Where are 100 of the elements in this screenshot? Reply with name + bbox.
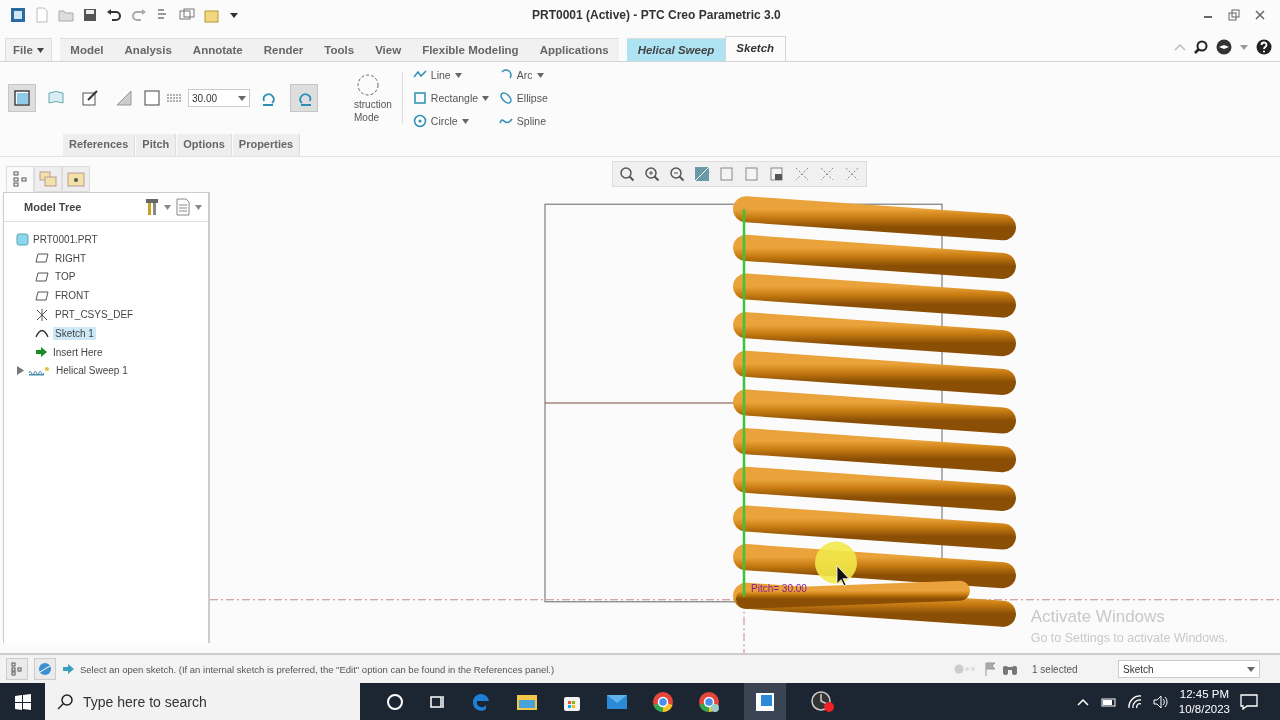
sketch-tool[interactable]: Ellipse	[498, 86, 569, 110]
ribbon-tab[interactable]: Helical Sweep	[627, 38, 725, 61]
ribbon-tab[interactable]: Annotate	[182, 38, 254, 61]
panel-tab[interactable]: Properties	[232, 134, 301, 156]
zoom-in-icon[interactable]	[643, 165, 661, 183]
browser-toggle-button[interactable]	[34, 658, 56, 680]
caret-icon	[1247, 666, 1255, 672]
globe-icon	[38, 662, 52, 676]
caret-icon	[461, 118, 469, 124]
part-icon	[16, 232, 29, 246]
status-message: Select an open sketch. (If an internal sketch is preferred, the "Edit" option can be found in the References panel.)	[80, 663, 555, 675]
caret-icon	[454, 72, 462, 78]
ribbon-tab[interactable]: Render	[253, 38, 314, 61]
tree-toggle-button[interactable]	[6, 658, 28, 680]
battery-icon[interactable]	[1098, 695, 1117, 708]
zoom-fit-icon[interactable]	[618, 165, 636, 183]
sketch-view-icon[interactable]	[818, 165, 836, 183]
start-icon[interactable]	[15, 693, 31, 710]
tree-item[interactable]: Insert Here	[51, 345, 105, 359]
handedness-button[interactable]	[290, 84, 318, 112]
caret-icon[interactable]	[195, 204, 202, 210]
app-window-icon	[754, 690, 776, 713]
tree-icon	[11, 662, 23, 676]
ribbon-tab[interactable]: Model	[59, 38, 115, 61]
regen-status-icon	[954, 664, 978, 674]
ribbon-tab[interactable]: Analysis	[114, 38, 183, 61]
pitch-field[interactable]: 30.00	[188, 89, 250, 107]
tree-item[interactable]: Helical Sweep 1	[54, 364, 130, 378]
tree-item[interactable]: Sketch 1	[53, 326, 96, 340]
panel-title: Model Tree	[24, 201, 82, 213]
sketch-tool[interactable]: Arc	[498, 63, 569, 87]
layers-icon	[39, 171, 57, 187]
graduation-cap-icon[interactable]	[1216, 39, 1232, 55]
tree-icon	[13, 171, 27, 187]
help-icon[interactable]	[1256, 39, 1272, 55]
wifi-icon[interactable]	[1126, 694, 1143, 709]
undo-icon[interactable]	[106, 8, 122, 22]
windows-icon[interactable]	[179, 8, 195, 22]
repaint-icon[interactable]	[693, 165, 711, 183]
hammer-icon[interactable]	[145, 198, 159, 216]
caret-icon	[36, 47, 44, 53]
pencil-icon	[81, 89, 99, 107]
window-title: PRT0001 (Active) - PTC Creo Parametric 3.0	[531, 8, 782, 22]
tree-item[interactable]: TOP	[53, 270, 78, 284]
plane-icon	[35, 253, 49, 264]
sketch-shape-icon	[498, 91, 513, 105]
save-icon[interactable]	[83, 8, 97, 22]
panel-tab[interactable]: Pitch	[136, 134, 177, 156]
clock-time[interactable]: 12:45 PM	[1179, 686, 1230, 702]
cortana-icon[interactable]	[386, 692, 404, 711]
sketch-tool[interactable]: Line	[412, 63, 499, 87]
sketch-shape-icon	[412, 114, 427, 128]
panel-tab[interactable]: Options	[177, 134, 232, 156]
volume-icon[interactable]	[1152, 694, 1169, 709]
tree-item[interactable]: FRONT	[53, 289, 92, 303]
caret-icon[interactable]	[1240, 44, 1248, 50]
tree-item[interactable]: RIGHT	[53, 251, 89, 265]
ribbon-tab[interactable]: Applications	[529, 38, 620, 61]
orient-icon[interactable]	[843, 165, 861, 183]
ribbon-tab[interactable]: Sketch	[724, 36, 786, 61]
search-icon[interactable]	[1194, 40, 1208, 54]
app-icon[interactable]	[10, 7, 26, 23]
expand-icon[interactable]	[16, 366, 24, 376]
tree-item[interactable]: PRT_CSYS_DEF	[53, 308, 136, 322]
file-menu[interactable]: File	[5, 38, 52, 61]
sketch-tool[interactable]: Rectangle	[412, 86, 499, 110]
tree-tab[interactable]	[6, 166, 34, 192]
customize-caret-icon[interactable]	[229, 10, 239, 20]
ribbon-tab[interactable]: Flexible Modeling	[411, 38, 530, 61]
dropdown-icon[interactable]	[238, 95, 246, 101]
plane-icon	[35, 272, 49, 282]
ribbon-tab[interactable]: Tools	[313, 38, 365, 61]
close-icon[interactable]	[1254, 9, 1266, 21]
taskbar-app-button[interactable]	[744, 683, 786, 720]
caret-icon[interactable]	[164, 204, 171, 210]
sketch-tool[interactable]: Circle	[412, 109, 499, 133]
sketch-tool[interactable]: Spline	[498, 109, 569, 133]
toggle-button[interactable]	[8, 84, 36, 112]
browser-icon[interactable]	[698, 690, 720, 713]
chevron-up-icon[interactable]	[1076, 697, 1089, 706]
recorder-icon[interactable]	[810, 689, 836, 714]
datum-display-icon[interactable]	[793, 165, 811, 183]
csys-icon	[35, 307, 49, 322]
panel-tab[interactable]: References	[63, 134, 136, 156]
construction-mode-button[interactable]: struction Mode	[354, 72, 403, 124]
taskbar-search-field[interactable]: Type here to search	[45, 683, 360, 720]
clock-date[interactable]: 10/8/2023	[1178, 701, 1230, 717]
browser-icon[interactable]	[652, 690, 674, 713]
view-manager-icon[interactable]	[768, 165, 786, 183]
solid-icon	[13, 89, 31, 107]
filter-dropdown[interactable]: Sketch	[1118, 660, 1260, 678]
flag-icon[interactable]	[984, 662, 996, 676]
caret-icon	[536, 72, 544, 78]
restore-icon[interactable]	[1228, 9, 1240, 21]
zoom-out-icon[interactable]	[668, 165, 686, 183]
notification-icon[interactable]	[1240, 693, 1258, 710]
thickness-icon[interactable]	[144, 90, 160, 106]
mail-icon[interactable]	[606, 692, 628, 711]
ribbon-tab[interactable]: View	[364, 38, 412, 61]
tree-item[interactable]: PRT0001.PRT	[33, 233, 98, 245]
